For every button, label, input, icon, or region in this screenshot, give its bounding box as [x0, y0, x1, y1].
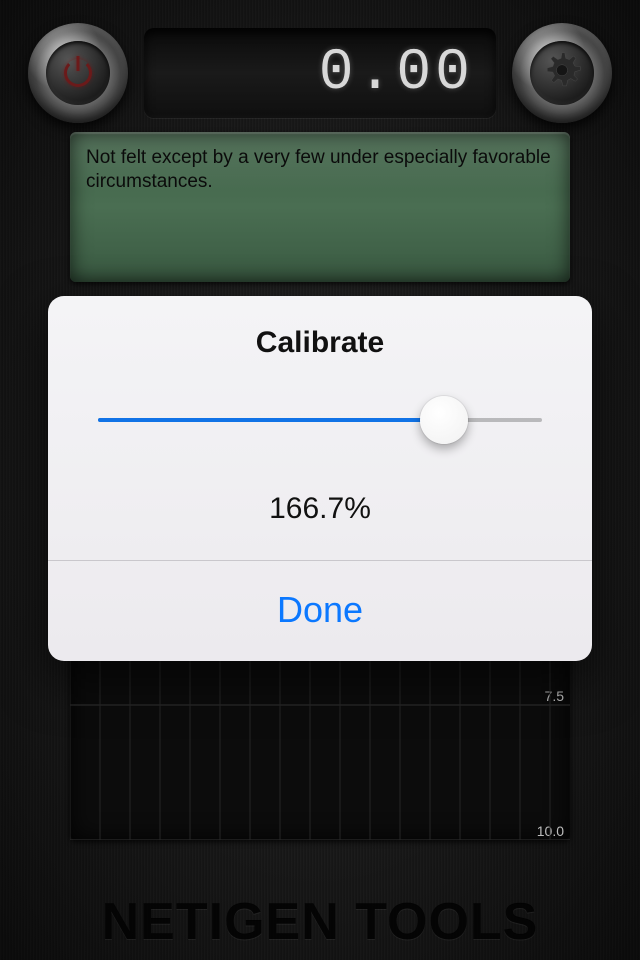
slider-fill	[98, 418, 444, 422]
brand-label: NETIGEN TOOLS	[0, 892, 640, 952]
power-icon	[64, 59, 92, 87]
done-button[interactable]: Done	[48, 561, 592, 661]
slider-container	[48, 386, 592, 466]
calibrate-slider[interactable]	[98, 398, 542, 442]
slider-thumb[interactable]	[420, 396, 468, 444]
description-panel: Not felt except by a very few under espe…	[70, 132, 570, 282]
gear-icon	[539, 50, 585, 96]
readout-value: 0.00	[319, 41, 474, 106]
calibrate-dialog: Calibrate 166.7% Done	[48, 296, 592, 661]
settings-button-face	[530, 41, 594, 105]
readout-display: 0.00	[144, 28, 496, 118]
dialog-title: Calibrate	[48, 296, 592, 386]
brand-text: NETIGEN TOOLS	[102, 893, 539, 951]
settings-button[interactable]	[512, 23, 612, 123]
slider-value-label: 166.7%	[48, 466, 592, 560]
power-button[interactable]	[28, 23, 128, 123]
power-button-face	[46, 41, 110, 105]
svg-text:7.5: 7.5	[545, 688, 565, 704]
description-text: Not felt except by a very few under espe…	[86, 147, 551, 192]
top-bar: 0.00	[0, 18, 640, 128]
